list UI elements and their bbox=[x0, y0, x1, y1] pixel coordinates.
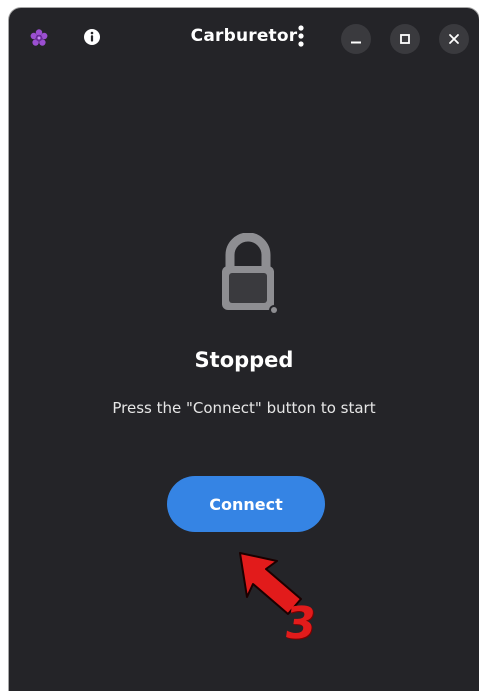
vertical-ellipsis-icon bbox=[297, 24, 305, 52]
status-title: Stopped bbox=[194, 348, 294, 372]
info-icon bbox=[83, 28, 101, 50]
main-menu-button[interactable] bbox=[292, 25, 310, 51]
connect-button[interactable]: Connect bbox=[167, 476, 325, 532]
app-window: Carburetor Stopped Press the "Connect" b… bbox=[9, 8, 479, 691]
header-bar: Carburetor bbox=[9, 8, 479, 68]
carburetor-flower-icon bbox=[29, 28, 49, 48]
close-icon bbox=[448, 30, 460, 49]
close-button[interactable] bbox=[439, 24, 469, 54]
status-description: Press the "Connect" button to start bbox=[112, 399, 376, 417]
info-button[interactable] bbox=[82, 29, 102, 49]
maximize-button[interactable] bbox=[390, 24, 420, 54]
maximize-icon bbox=[399, 30, 411, 49]
minimize-button[interactable] bbox=[341, 24, 371, 54]
minimize-icon bbox=[350, 30, 362, 49]
lock-icon bbox=[213, 232, 283, 315]
annotation-number: 3 bbox=[281, 598, 320, 649]
